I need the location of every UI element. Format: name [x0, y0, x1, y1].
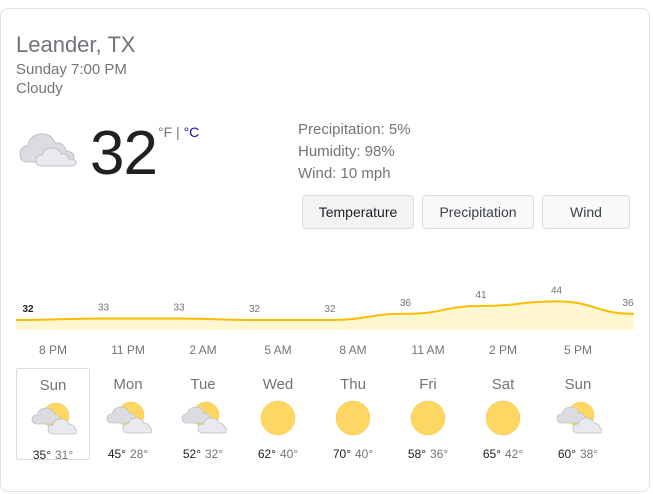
sunny-icon	[260, 400, 296, 436]
chart-value-label: 36	[400, 298, 412, 309]
hour-label: 8 AM	[339, 343, 367, 357]
forecast-day[interactable]: Mon 45° 28°	[91, 368, 165, 461]
forecast-day-name: Tue	[190, 376, 216, 393]
forecast-day-name: Sun	[564, 376, 592, 393]
unit-separator: |	[172, 124, 184, 140]
current-temperature: 32	[90, 119, 158, 188]
partly-cloudy-icon	[181, 401, 228, 434]
forecast-low: 28°	[130, 447, 149, 461]
sunny-icon	[410, 400, 446, 436]
forecast-high: 60°	[557, 447, 576, 461]
forecast-day-name: Sun	[39, 377, 67, 394]
hour-label: 2 PM	[488, 343, 518, 357]
weather-condition: Cloudy	[16, 80, 63, 97]
forecast-low: 42°	[505, 447, 524, 461]
partly-cloudy-icon	[106, 401, 153, 434]
chart-value-label: 32	[22, 304, 34, 315]
forecast-high: 65°	[482, 447, 501, 461]
chart-value-label: 44	[551, 285, 563, 296]
chart-tabs: Temperature Precipitation Wind	[302, 195, 630, 229]
forecast-low: 36°	[430, 447, 449, 461]
forecast-day-name: Fri	[419, 376, 437, 393]
forecast-high: 70°	[332, 447, 351, 461]
tab-precipitation[interactable]: Precipitation	[422, 195, 534, 229]
chart-value-label: 33	[98, 302, 110, 313]
hour-label: 11 AM	[411, 343, 445, 357]
temperature-chart: 32 33 33 32 32 36 41 44 36	[16, 285, 634, 330]
hour-label: 5 AM	[264, 343, 292, 357]
hour-label: 5 PM	[563, 343, 593, 357]
forecast-day-name: Thu	[340, 376, 366, 393]
partly-cloudy-icon	[556, 401, 603, 434]
tab-temperature[interactable]: Temperature	[302, 195, 414, 229]
unit-fahrenheit[interactable]: °F	[158, 124, 172, 140]
forecast-high: 35°	[32, 448, 51, 462]
humidity-info: Humidity: 98%	[298, 143, 395, 160]
chart-value-label: 36	[622, 298, 634, 309]
chart-value-label: 32	[249, 304, 261, 315]
forecast-low: 40°	[355, 447, 374, 461]
partly-cloudy-icon	[31, 402, 78, 435]
forecast-day[interactable]: Sun 60° 38°	[541, 368, 615, 461]
forecast-low: 38°	[580, 447, 599, 461]
chart-value-label: 33	[173, 302, 185, 313]
wind-info: Wind: 10 mph	[298, 165, 391, 182]
tab-wind[interactable]: Wind	[542, 195, 630, 229]
forecast-day-name: Mon	[113, 376, 143, 393]
weather-time: Sunday 7:00 PM	[16, 61, 127, 78]
forecast-high: 52°	[182, 447, 201, 461]
sunny-icon	[335, 400, 371, 436]
unit-celsius[interactable]: °C	[184, 124, 200, 140]
hour-label: 11 PM	[111, 343, 145, 357]
forecast-high: 58°	[407, 447, 426, 461]
forecast-low: 31°	[55, 448, 74, 462]
forecast-day[interactable]: Tue 52° 32°	[166, 368, 240, 461]
hour-labels: 8 PM 11 PM 2 AM 5 AM 8 AM 11 AM 2 PM 5 PM	[16, 343, 634, 357]
forecast-day[interactable]: Sun 35° 31°	[16, 368, 90, 462]
unit-toggle: °F | °C	[158, 124, 199, 140]
forecast-day-name: Wed	[262, 376, 294, 393]
location-title: Leander, TX	[16, 32, 136, 57]
forecast-day[interactable]: Wed 62° 40°	[241, 368, 315, 461]
forecast-low: 40°	[280, 447, 299, 461]
chart-value-label: 41	[475, 290, 487, 301]
forecast-low: 32°	[205, 447, 224, 461]
forecast-day[interactable]: Sat 65° 42°	[466, 368, 540, 461]
hour-label: 2 AM	[189, 343, 217, 357]
forecast-high: 45°	[107, 447, 126, 461]
sunny-icon	[485, 400, 521, 436]
chart-value-label: 32	[324, 304, 336, 315]
forecast-day[interactable]: Fri 58° 36°	[391, 368, 465, 461]
forecast-day-name: Sat	[491, 376, 515, 393]
forecast-day[interactable]: Thu 70° 40°	[316, 368, 390, 461]
cloudy-icon	[19, 133, 77, 167]
daily-forecast: Sun 35° 31° Mon 45° 28° Tue 52° 32° Wed 62°…	[16, 368, 631, 462]
precipitation-info: Precipitation: 5%	[298, 121, 411, 138]
hour-label: 8 PM	[38, 343, 68, 357]
forecast-high: 62°	[257, 447, 276, 461]
